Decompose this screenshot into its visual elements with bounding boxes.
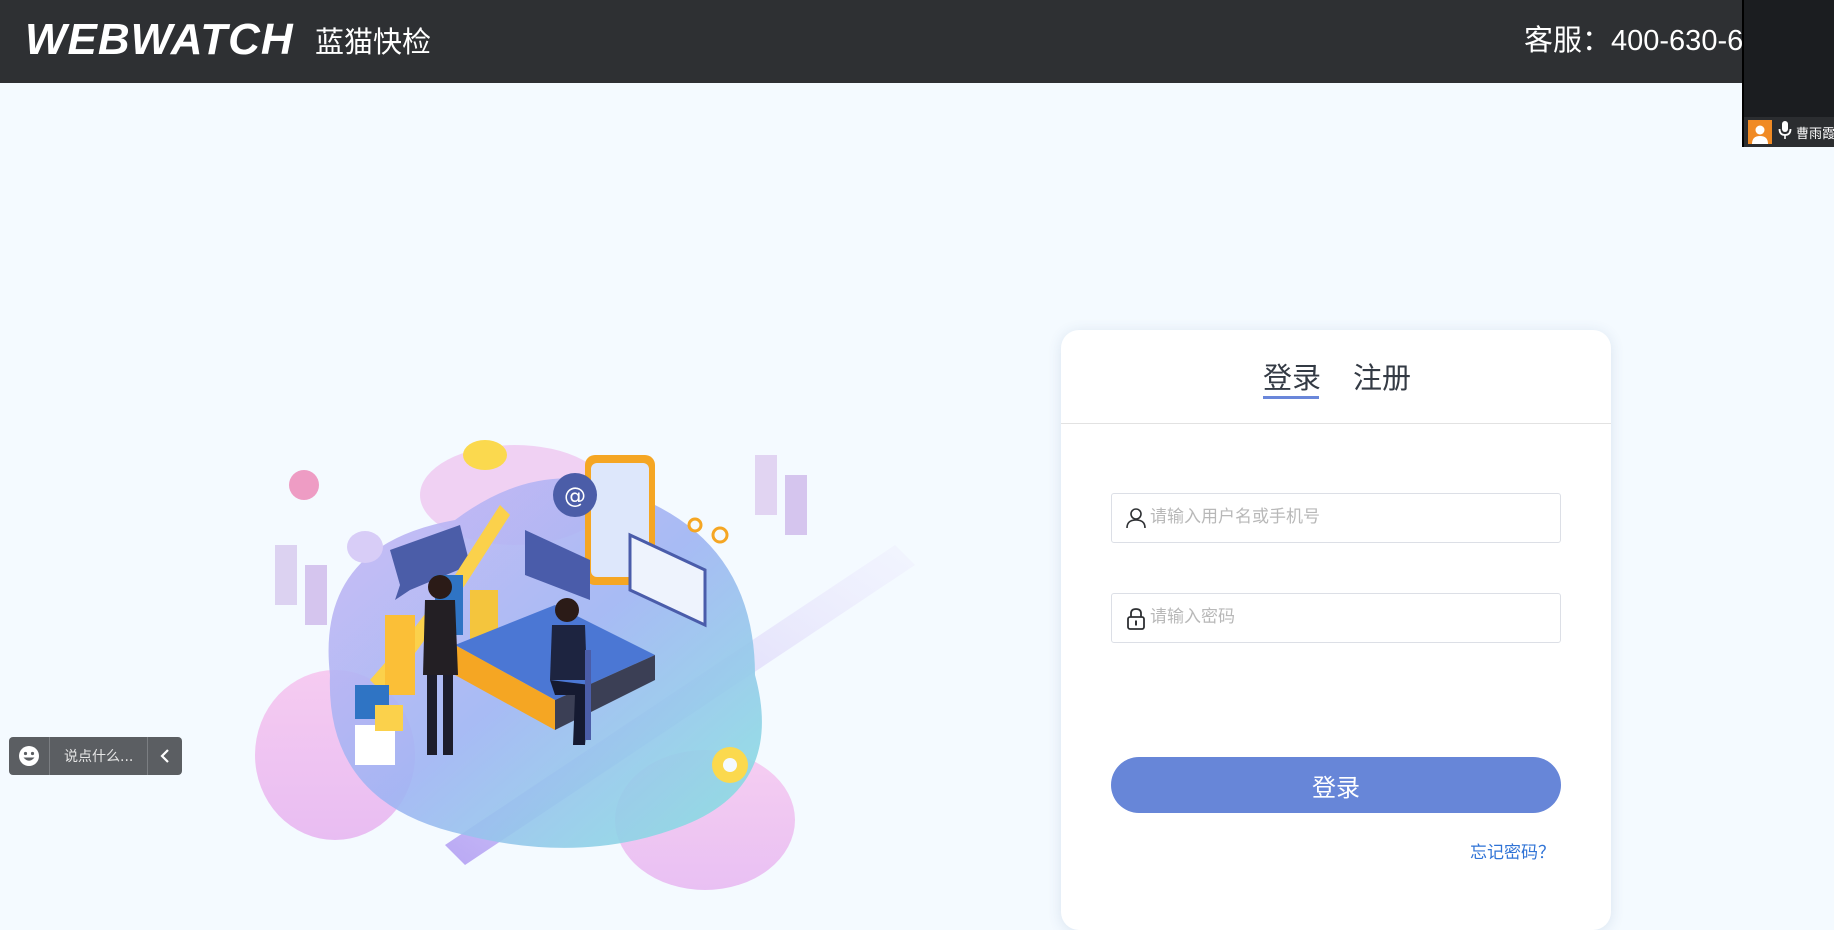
- lock-icon: [1124, 606, 1148, 630]
- active-tab-indicator: [1263, 396, 1319, 399]
- service-phone: 400-630-66: [1611, 25, 1760, 57]
- top-navbar: WEBWATCH 蓝猫快检 客服：400-630-66: [0, 0, 1834, 83]
- service-label: 客服：: [1524, 25, 1612, 57]
- hero-illustration: @: [255, 440, 915, 890]
- tab-register[interactable]: 注册: [1353, 358, 1411, 398]
- chat-widget[interactable]: 说点什么...: [9, 737, 182, 775]
- microphone-icon[interactable]: [1778, 120, 1792, 144]
- chat-input-placeholder[interactable]: 说点什么...: [50, 746, 147, 766]
- username-field[interactable]: [1111, 493, 1561, 543]
- user-icon: [1124, 506, 1148, 530]
- participant-name: 曹雨霞: [1796, 126, 1834, 142]
- forgot-password-link[interactable]: 忘记密码？: [1470, 838, 1555, 863]
- brand-logo[interactable]: WEBWATCH: [25, 14, 294, 66]
- chevron-left-icon[interactable]: [147, 737, 182, 775]
- customer-service-info: 客服：400-630-66: [1524, 20, 1759, 61]
- username-input[interactable]: [1150, 494, 1550, 540]
- svg-text:@: @: [564, 484, 586, 509]
- emoji-icon[interactable]: [9, 737, 50, 775]
- avatar-icon: [1748, 120, 1772, 144]
- video-call-widget[interactable]: 曹雨霞: [1742, 0, 1834, 147]
- tab-login[interactable]: 登录: [1263, 358, 1321, 398]
- password-field[interactable]: [1111, 593, 1561, 643]
- auth-tabs: 登录 注册: [1061, 330, 1611, 424]
- login-button[interactable]: 登录: [1111, 757, 1561, 813]
- video-call-bar: 曹雨霞: [1744, 117, 1834, 147]
- brand-name: 蓝猫快检: [315, 25, 432, 59]
- login-card: 登录 注册 登录 忘记密码？: [1061, 330, 1611, 930]
- password-input[interactable]: [1150, 594, 1550, 640]
